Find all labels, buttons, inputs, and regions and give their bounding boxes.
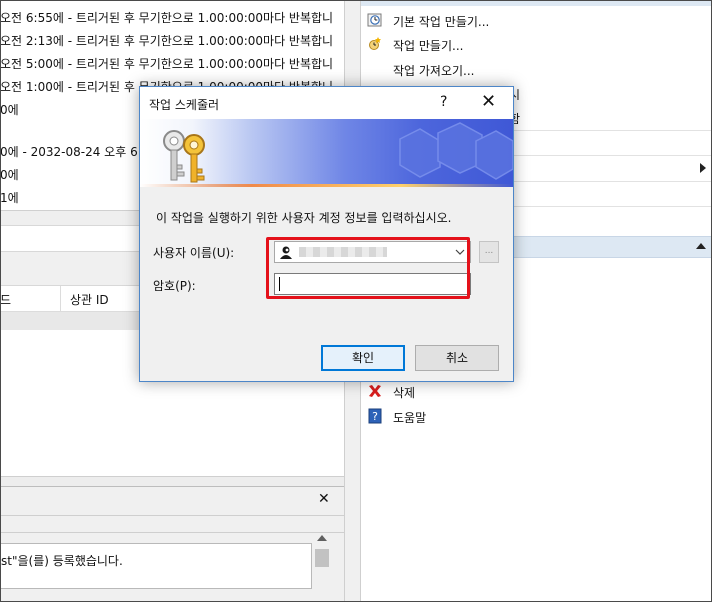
dialog-description: 이 작업을 실행하기 위한 사용자 계정 정보를 입력하십시오.: [156, 211, 452, 225]
actions-header: [361, 0, 712, 6]
event-detail-text: st"을(를) 등록했습니다.: [0, 543, 312, 589]
trigger-row[interactable]: 오전 5:00에 - 트리거된 후 무기한으로 1.00:00:00마다 반복합…: [0, 53, 344, 76]
banner-stripe: [140, 184, 513, 187]
dialog-banner: [140, 119, 513, 187]
event-detail-panel: ✕ st"을(를) 등록했습니다.: [0, 486, 344, 602]
action-create-task[interactable]: 작업 만들기...: [361, 33, 712, 57]
scroll-thumb[interactable]: [315, 549, 329, 567]
pane-separator: [0, 476, 344, 486]
submenu-arrow-icon[interactable]: [700, 163, 706, 173]
collapse-icon[interactable]: [696, 243, 706, 249]
trigger-row[interactable]: 오전 6:55에 - 트리거된 후 무기한으로 1.00:00:00마다 반복합…: [0, 7, 344, 30]
event-detail-line: st"을(를) 등록했습니다.: [1, 554, 123, 568]
column-header[interactable]: 상관 ID: [70, 291, 109, 308]
action-delete[interactable]: 삭제: [361, 380, 712, 404]
browse-user-button: ...: [479, 241, 499, 263]
action-label: 도움말: [393, 411, 427, 425]
password-label: 암호(P):: [153, 279, 196, 293]
banner-decoration: [399, 122, 513, 180]
trigger-row-partial: [0, 0, 344, 7]
column-divider[interactable]: [60, 286, 61, 312]
action-import-task[interactable]: 작업 가져오기...: [361, 58, 712, 82]
close-icon[interactable]: ✕: [318, 491, 330, 507]
action-help[interactable]: ? 도움말: [361, 405, 712, 429]
clock-task-icon: [367, 13, 382, 27]
column-header[interactable]: 드: [0, 291, 11, 308]
keys-icon: [163, 130, 205, 183]
trigger-row[interactable]: 오전 2:13에 - 트리거된 후 무기한으로 1.00:00:00마다 반복합…: [0, 30, 344, 53]
help-icon: ?: [368, 408, 382, 424]
svg-text:?: ?: [372, 410, 378, 423]
action-create-basic-task[interactable]: 기본 작업 만들기...: [361, 9, 712, 33]
dialog-title: 작업 스케줄러: [149, 98, 220, 112]
action-label: 삭제: [393, 386, 416, 400]
task-scheduler-dialog: 작업 스케줄러 ? ✕ 이 작업을 실행하기 위한 사용자 계정 정보를 입력하…: [139, 86, 514, 382]
scrollbar[interactable]: [313, 533, 331, 589]
highlight-annotation: [266, 237, 470, 299]
help-button[interactable]: ?: [440, 94, 447, 110]
action-label: 작업 가져오기...: [393, 64, 475, 78]
ok-button[interactable]: 확인: [321, 345, 405, 371]
action-label: 기본 작업 만들기...: [393, 15, 490, 29]
new-task-icon: [369, 37, 381, 50]
detail-tab-strip: [0, 515, 344, 533]
scroll-up-icon[interactable]: [317, 535, 327, 541]
user-name-label: 사용자 이름(U):: [153, 246, 235, 260]
delete-icon: [369, 385, 381, 397]
dialog-title-bar[interactable]: 작업 스케줄러 ? ✕: [140, 87, 513, 119]
cancel-button[interactable]: 취소: [415, 345, 499, 371]
close-icon[interactable]: ✕: [481, 91, 496, 112]
action-label: 작업 만들기...: [393, 39, 464, 53]
